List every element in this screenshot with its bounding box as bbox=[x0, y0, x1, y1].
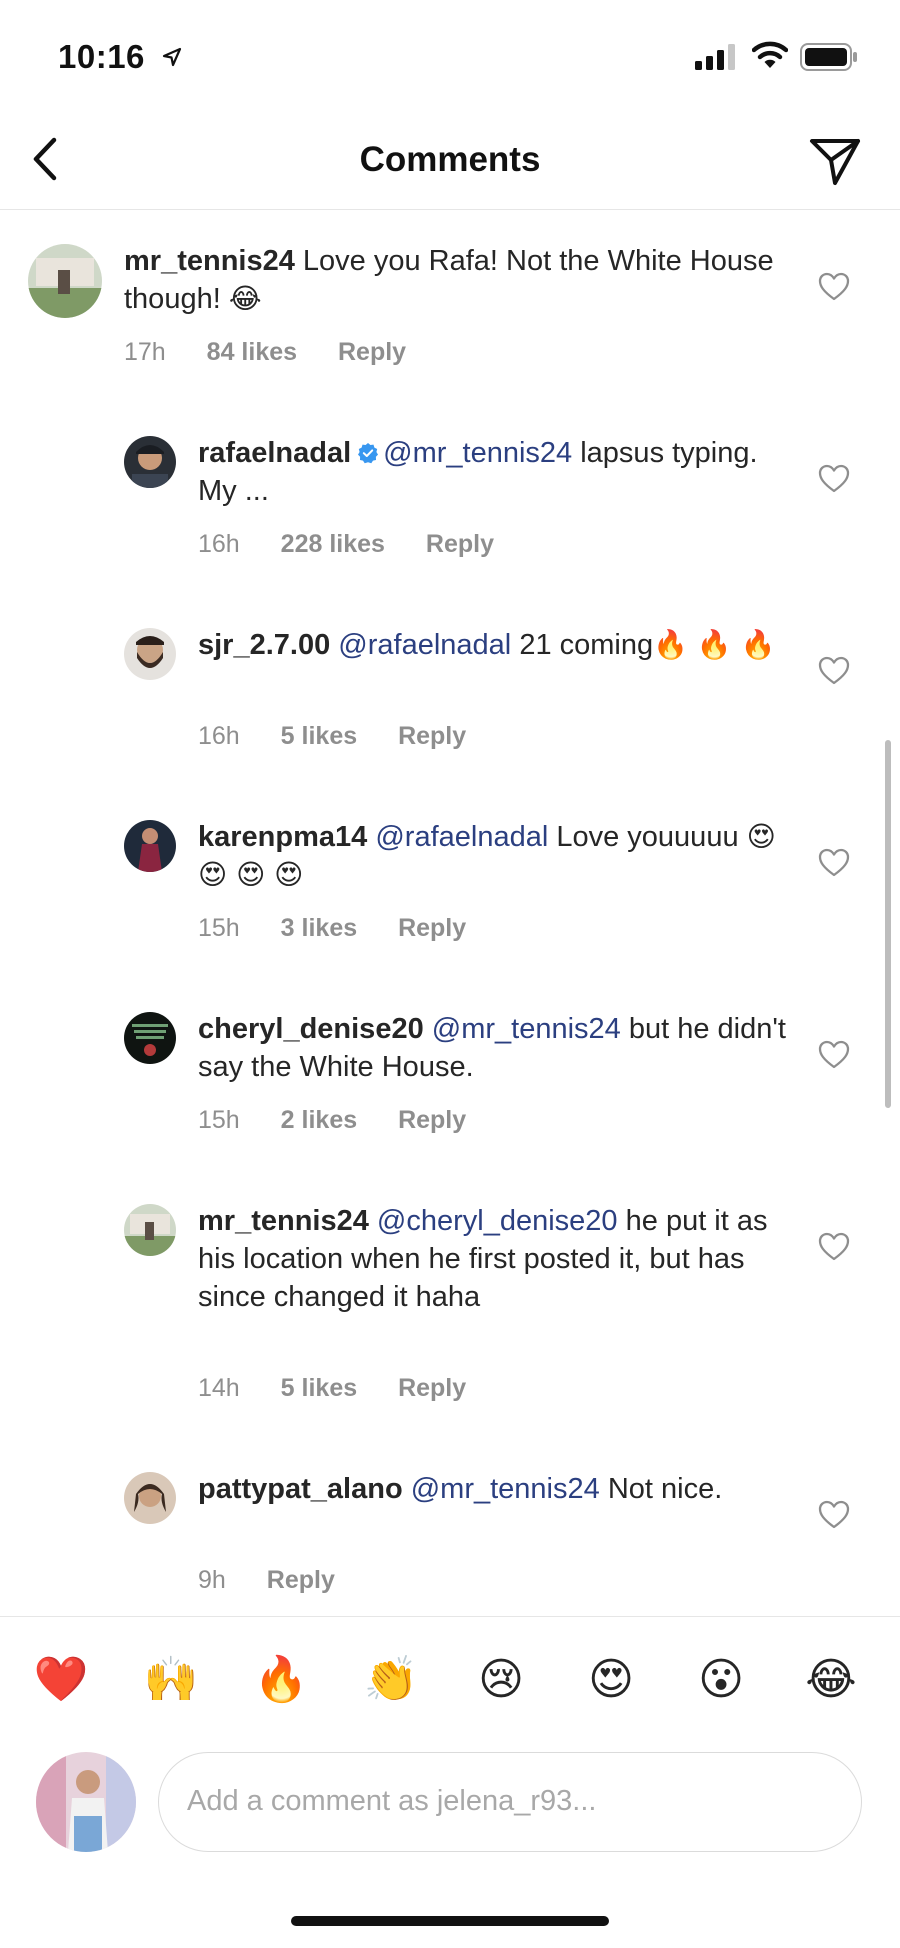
like-heart-icon[interactable] bbox=[818, 656, 850, 686]
quick-reaction-heart[interactable]: ❤️ bbox=[31, 1650, 91, 1710]
location-arrow-icon bbox=[162, 47, 182, 67]
comment-body: sjr_2.7.00 @rafaelnadal 21 coming🔥 🔥 🔥 bbox=[198, 626, 800, 664]
avatar[interactable] bbox=[28, 244, 102, 318]
verified-badge-icon bbox=[358, 443, 379, 464]
like-heart-icon[interactable] bbox=[818, 1500, 850, 1530]
wifi-icon bbox=[752, 41, 788, 68]
comment-username[interactable]: pattypat_alano bbox=[198, 1473, 403, 1505]
comment-composer bbox=[158, 1752, 862, 1852]
comment-text: 21 coming bbox=[519, 629, 654, 661]
comment-meta: 16h 228 likes Reply bbox=[198, 530, 528, 559]
comment-username[interactable]: mr_tennis24 bbox=[124, 245, 295, 277]
direct-share-icon[interactable] bbox=[808, 135, 862, 189]
quick-reaction-fire[interactable]: 🔥 bbox=[251, 1650, 311, 1710]
reply-button[interactable]: Reply bbox=[267, 1566, 335, 1594]
quick-reaction-raised-hands[interactable]: 🙌 bbox=[141, 1650, 201, 1710]
current-user-avatar bbox=[36, 1752, 136, 1852]
reply-button[interactable]: Reply bbox=[398, 1106, 466, 1134]
comment-username[interactable]: cheryl_denise20 bbox=[198, 1013, 424, 1045]
reply-button[interactable]: Reply bbox=[426, 530, 494, 558]
battery-icon bbox=[800, 43, 857, 71]
comment-body: rafaelnadal @mr_tennis24 lapsus typing. M… bbox=[198, 434, 800, 510]
comment-username[interactable]: sjr_2.7.00 bbox=[198, 629, 330, 661]
comment-username[interactable]: mr_tennis24 bbox=[198, 1205, 369, 1237]
comment-emoji: 😂 bbox=[228, 282, 262, 315]
home-indicator bbox=[291, 1916, 609, 1926]
comment-likes[interactable]: 5 likes bbox=[281, 1374, 357, 1402]
quick-reaction-clap[interactable]: 👏 bbox=[361, 1650, 421, 1710]
navigation-bar: Comments bbox=[0, 110, 900, 210]
avatar[interactable] bbox=[124, 1012, 176, 1064]
comment-time: 17h bbox=[124, 338, 166, 366]
comment-time: 14h bbox=[198, 1374, 240, 1402]
comment-meta: 14h 5 likes Reply bbox=[198, 1374, 500, 1403]
comment-time: 15h bbox=[198, 1106, 240, 1134]
quick-reaction-surprised[interactable]: 😮 bbox=[691, 1650, 751, 1710]
comment-meta: 17h 84 likes Reply bbox=[124, 338, 440, 367]
comment-mention[interactable]: @rafaelnadal bbox=[338, 629, 511, 661]
comment-likes[interactable]: 3 likes bbox=[281, 914, 357, 942]
comment-text: Love youuuuu bbox=[556, 821, 739, 853]
reply-button[interactable]: Reply bbox=[398, 1374, 466, 1402]
comment-time: 16h bbox=[198, 530, 240, 558]
avatar[interactable] bbox=[124, 628, 176, 680]
comment-time: 15h bbox=[198, 914, 240, 942]
comment-mention[interactable]: @mr_tennis24 bbox=[411, 1473, 600, 1505]
comment-mention[interactable]: @rafaelnadal bbox=[375, 821, 548, 853]
avatar[interactable] bbox=[124, 820, 176, 872]
avatar[interactable] bbox=[124, 436, 176, 488]
page-title: Comments bbox=[359, 140, 541, 179]
reply-button[interactable]: Reply bbox=[338, 338, 406, 366]
comment-likes[interactable]: 84 likes bbox=[207, 338, 297, 366]
status-bar: 10:16 bbox=[0, 0, 900, 110]
like-heart-icon[interactable] bbox=[818, 1232, 850, 1262]
comment-likes[interactable]: 2 likes bbox=[281, 1106, 357, 1134]
comment-mention[interactable]: @mr_tennis24 bbox=[383, 437, 572, 469]
quick-reaction-laughing[interactable]: 😂 bbox=[801, 1650, 861, 1710]
avatar[interactable] bbox=[124, 1204, 176, 1256]
comment-meta: 9h Reply bbox=[198, 1566, 369, 1595]
comment-body: mr_tennis24 @cheryl_denise20 he put it a… bbox=[198, 1202, 800, 1316]
comment-time: 9h bbox=[198, 1566, 226, 1594]
comment-body: pattypat_alano @mr_tennis24 Not nice. bbox=[198, 1470, 800, 1508]
quick-reaction-crying[interactable]: 😢 bbox=[471, 1650, 531, 1710]
like-heart-icon[interactable] bbox=[818, 272, 850, 302]
comment-username[interactable]: rafaelnadal bbox=[198, 437, 351, 469]
comment-meta: 16h 5 likes Reply bbox=[198, 722, 500, 751]
comment-username[interactable]: karenpma14 bbox=[198, 821, 367, 853]
comment-body: karenpma14 @rafaelnadal Love youuuuu 😍 😍… bbox=[198, 818, 800, 894]
comment-input[interactable] bbox=[187, 1753, 827, 1850]
reply-button[interactable]: Reply bbox=[398, 722, 466, 750]
comment-time: 16h bbox=[198, 722, 240, 750]
quick-reaction-heart-eyes[interactable]: 😍 bbox=[581, 1650, 641, 1710]
reply-button[interactable]: Reply bbox=[398, 914, 466, 942]
comment-meta: 15h 2 likes Reply bbox=[198, 1106, 500, 1135]
comment-body: cheryl_denise20 @mr_tennis24 but he didn… bbox=[198, 1010, 800, 1086]
like-heart-icon[interactable] bbox=[818, 1040, 850, 1070]
divider bbox=[0, 1616, 900, 1617]
like-heart-icon[interactable] bbox=[818, 464, 850, 494]
comment-mention[interactable]: @mr_tennis24 bbox=[432, 1013, 621, 1045]
comment-meta: 15h 3 likes Reply bbox=[198, 914, 500, 943]
comment-text: Not nice. bbox=[607, 1473, 723, 1505]
cellular-signal-icon bbox=[695, 44, 735, 70]
avatar[interactable] bbox=[124, 1472, 176, 1524]
like-heart-icon[interactable] bbox=[818, 848, 850, 878]
status-time: 10:16 bbox=[58, 38, 145, 75]
comment-likes[interactable]: 228 likes bbox=[281, 530, 385, 558]
comment-emoji: 🔥 🔥 🔥 bbox=[653, 628, 776, 661]
scrollbar-thumb[interactable] bbox=[885, 740, 891, 1108]
comment-mention[interactable]: @cheryl_denise20 bbox=[377, 1205, 618, 1237]
comment-body: mr_tennis24 Love you Rafa! Not the White… bbox=[124, 242, 800, 318]
comment-likes[interactable]: 5 likes bbox=[281, 722, 357, 750]
